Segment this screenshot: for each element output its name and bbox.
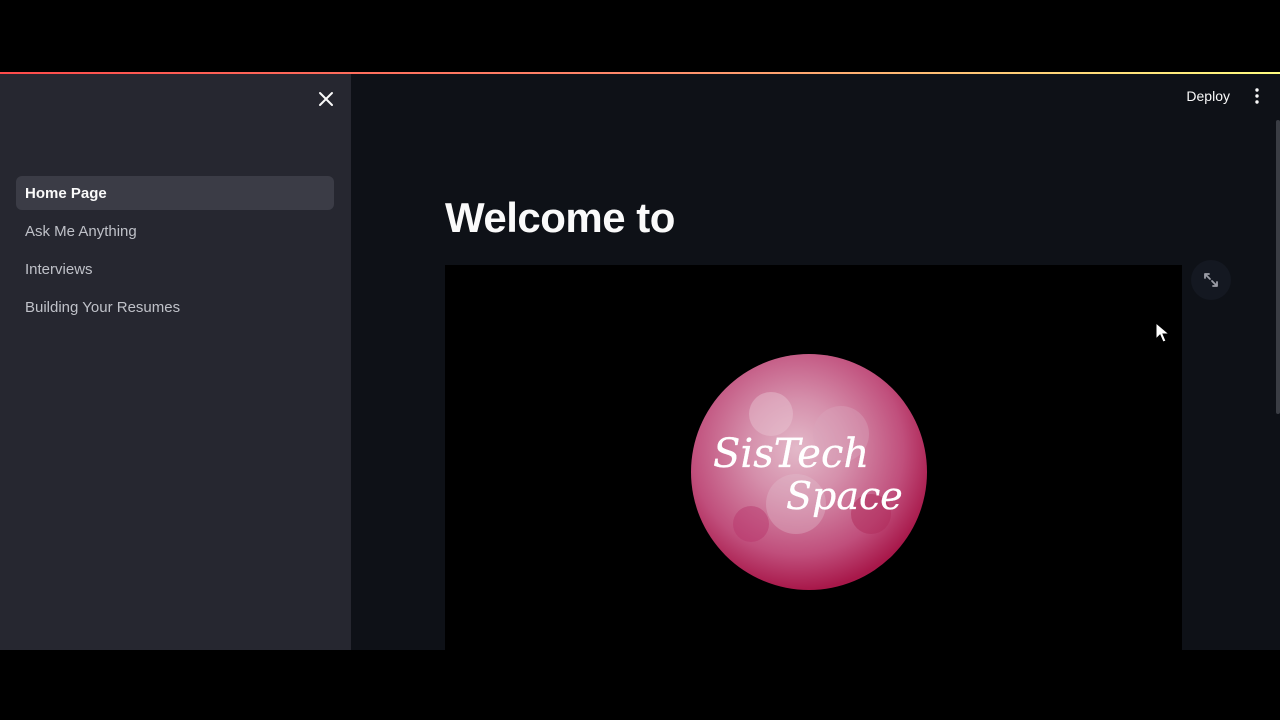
expand-icon xyxy=(1204,273,1218,287)
letterbox-bottom xyxy=(0,650,1280,720)
fullscreen-button[interactable] xyxy=(1191,260,1231,300)
header-toolbar: Deploy xyxy=(1176,82,1268,110)
kebab-menu-icon xyxy=(1255,88,1259,104)
sidebar-item-interviews[interactable]: Interviews xyxy=(16,252,334,286)
deploy-button[interactable]: Deploy xyxy=(1176,82,1240,110)
close-icon xyxy=(319,92,333,106)
close-sidebar-button[interactable] xyxy=(314,87,338,111)
sidebar-item-ask-me-anything[interactable]: Ask Me Anything xyxy=(16,214,334,248)
page-title: Welcome to xyxy=(445,194,675,241)
sidebar-nav: Home Page Ask Me Anything Interviews Bui… xyxy=(16,176,334,328)
main-menu-button[interactable] xyxy=(1246,82,1268,110)
logo-text-line2: Space xyxy=(786,474,903,518)
letterbox-top xyxy=(0,0,1280,72)
sistech-space-logo: SisTech Space xyxy=(691,354,927,590)
sidebar-item-home-page[interactable]: Home Page xyxy=(16,176,334,210)
sidebar-item-label: Interviews xyxy=(25,260,93,278)
logo-image: SisTech Space xyxy=(445,265,1182,650)
sidebar-item-label: Building Your Resumes xyxy=(25,298,181,316)
sidebar: Home Page Ask Me Anything Interviews Bui… xyxy=(0,72,351,650)
logo-text-line1: SisTech xyxy=(713,431,869,477)
sidebar-item-building-your-resumes[interactable]: Building Your Resumes xyxy=(16,290,334,324)
streamlit-app: Home Page Ask Me Anything Interviews Bui… xyxy=(0,72,1280,650)
sidebar-item-label: Home Page xyxy=(25,184,107,202)
main-scrollbar[interactable] xyxy=(1276,120,1280,414)
sidebar-item-label: Ask Me Anything xyxy=(25,222,137,240)
top-decoration-bar xyxy=(0,72,1280,74)
logo-graphic: SisTech Space xyxy=(691,354,927,590)
